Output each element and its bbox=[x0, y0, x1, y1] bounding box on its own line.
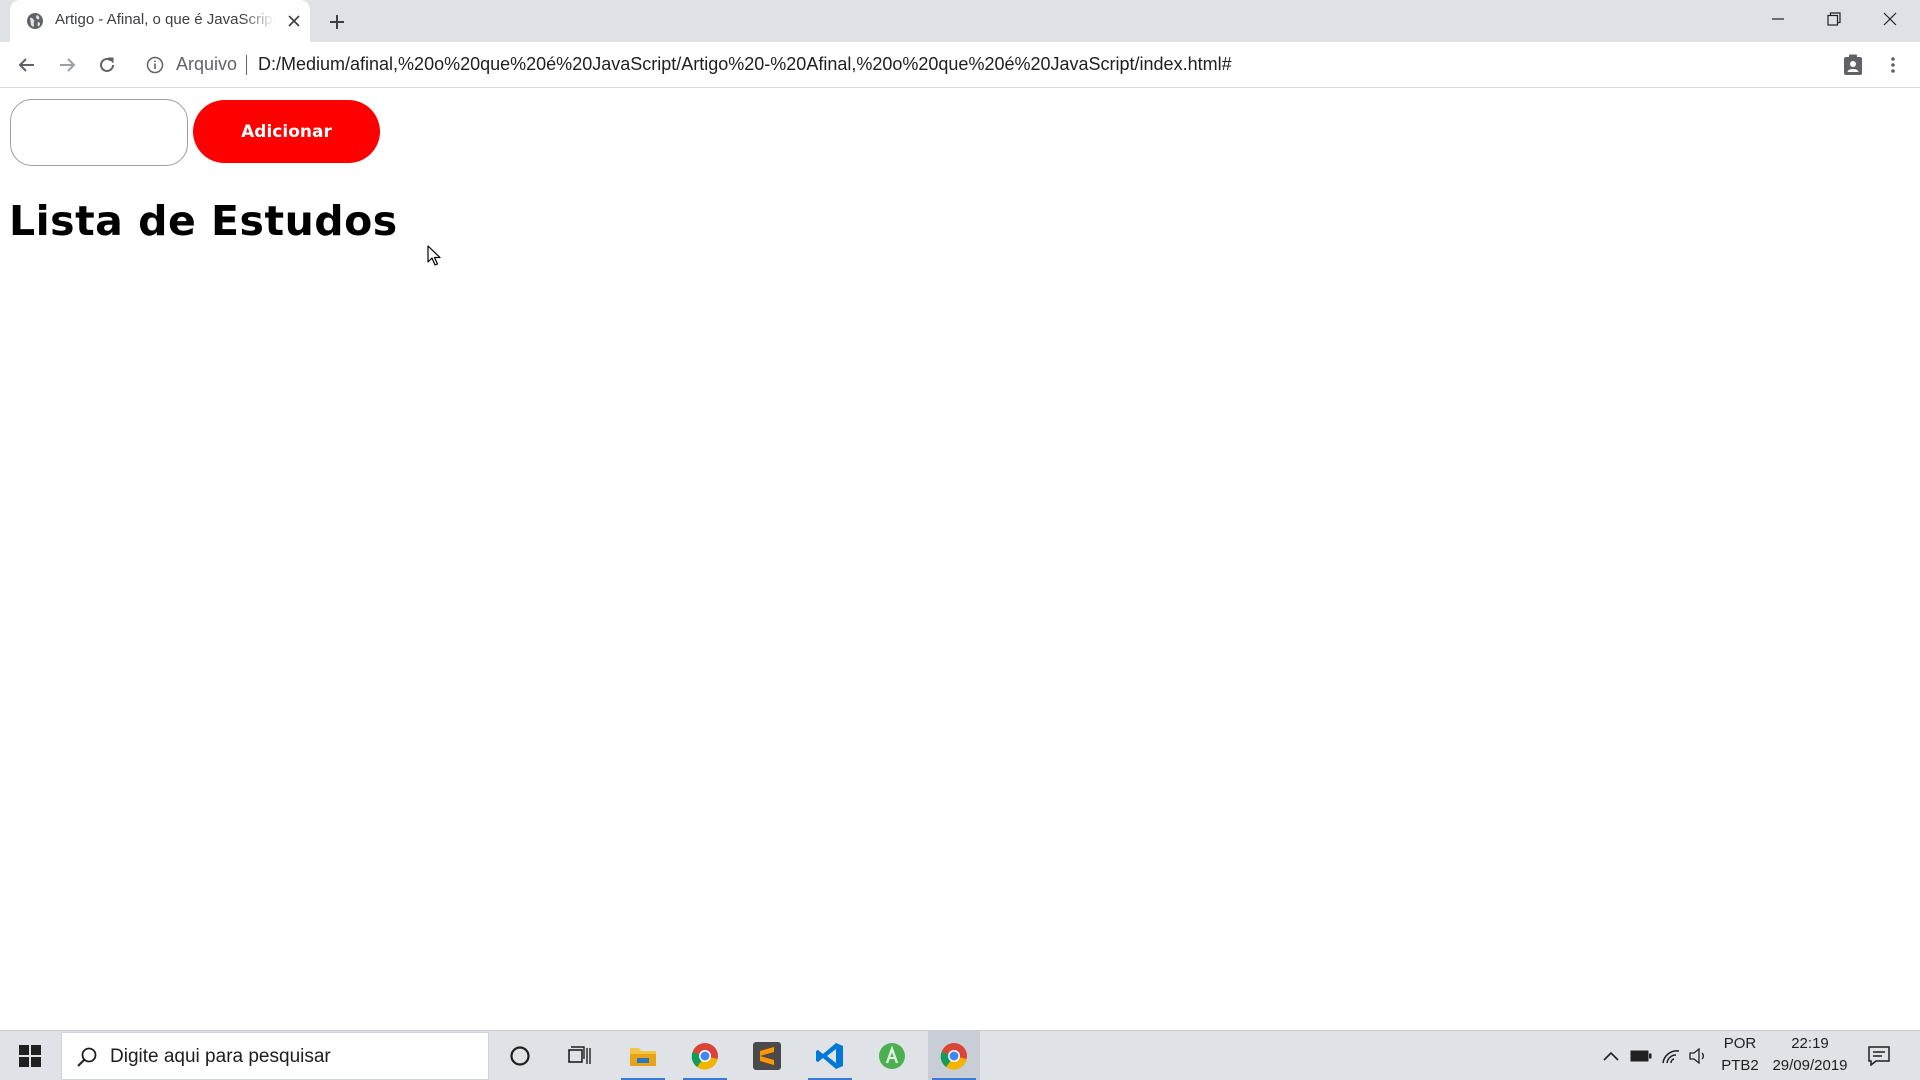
clock-time[interactable]: 22:19 bbox=[1768, 1035, 1852, 1052]
cortana-icon bbox=[510, 1046, 530, 1066]
address-bar-url[interactable]: D:/Medium/afinal,%20o%20que%20é%20JavaSc… bbox=[258, 54, 1232, 75]
battery-button[interactable] bbox=[1630, 1045, 1652, 1067]
language-indicator-bottom[interactable]: PTB2 bbox=[1718, 1057, 1762, 1074]
speaker-icon bbox=[1689, 1048, 1704, 1064]
browser-menu-button[interactable] bbox=[1878, 50, 1908, 80]
search-icon bbox=[77, 1047, 97, 1067]
reload-icon bbox=[100, 57, 114, 72]
profile-icon bbox=[1844, 54, 1862, 75]
chevron-up-icon bbox=[1603, 1051, 1619, 1061]
add-button[interactable]: Adicionar bbox=[193, 100, 380, 163]
restore-button[interactable] bbox=[1806, 0, 1862, 38]
tab-title: Artigo - Afinal, o que é JavaScript bbox=[55, 11, 275, 28]
task-view-icon bbox=[568, 1046, 591, 1064]
start-button[interactable] bbox=[0, 1031, 60, 1080]
taskbar-sublime-text[interactable] bbox=[741, 1031, 793, 1080]
globe-icon bbox=[27, 13, 43, 29]
study-input[interactable] bbox=[10, 99, 188, 166]
plus-icon bbox=[330, 15, 344, 29]
browser-tab[interactable]: Artigo - Afinal, o que é JavaScript bbox=[10, 0, 310, 42]
back-arrow-icon bbox=[18, 58, 34, 72]
address-separator bbox=[246, 55, 247, 75]
show-hidden-icons-button[interactable] bbox=[1600, 1045, 1622, 1067]
taskbar-search-box[interactable]: Digite aqui para pesquisar bbox=[61, 1032, 489, 1080]
android-studio-icon bbox=[879, 1043, 905, 1069]
kebab-menu-icon bbox=[1891, 57, 1895, 73]
reload-button[interactable] bbox=[92, 50, 122, 80]
wifi-icon bbox=[1662, 1050, 1680, 1064]
windows-taskbar: Digite aqui para pesquisar POR PTB2 22:1… bbox=[0, 1030, 1920, 1080]
windows-logo-icon bbox=[19, 1045, 41, 1067]
restore-icon bbox=[1827, 12, 1841, 26]
taskbar-vscode[interactable] bbox=[804, 1031, 856, 1080]
taskbar-search-placeholder: Digite aqui para pesquisar bbox=[110, 1046, 331, 1067]
close-icon bbox=[288, 15, 300, 27]
mouse-cursor-icon bbox=[427, 245, 441, 266]
address-scheme-label[interactable]: Arquivo bbox=[176, 54, 237, 75]
browser-tab-strip: Artigo - Afinal, o que é JavaScript bbox=[0, 0, 1920, 42]
info-icon[interactable] bbox=[146, 56, 164, 74]
page-title: Lista de Estudos bbox=[9, 197, 398, 245]
close-window-button[interactable] bbox=[1862, 0, 1918, 38]
volume-button[interactable] bbox=[1688, 1045, 1710, 1067]
action-center-button[interactable] bbox=[1868, 1045, 1890, 1067]
network-button[interactable] bbox=[1660, 1045, 1682, 1067]
sublime-text-icon bbox=[753, 1042, 781, 1070]
minimize-icon bbox=[1772, 18, 1784, 20]
file-explorer-icon bbox=[630, 1048, 656, 1066]
taskbar-chrome[interactable] bbox=[679, 1031, 731, 1080]
tab-close-button[interactable] bbox=[284, 11, 304, 31]
close-icon bbox=[1883, 12, 1897, 26]
notifications-icon bbox=[1868, 1046, 1890, 1066]
vscode-icon bbox=[816, 1043, 843, 1069]
task-view-button[interactable] bbox=[554, 1031, 606, 1080]
chrome-icon bbox=[691, 1043, 718, 1070]
minimize-button[interactable] bbox=[1750, 0, 1806, 38]
profile-button[interactable] bbox=[1838, 50, 1868, 80]
clock-date[interactable]: 29/09/2019 bbox=[1764, 1057, 1856, 1074]
battery-icon bbox=[1630, 1050, 1652, 1062]
chrome-icon bbox=[940, 1043, 967, 1070]
taskbar-android-studio[interactable] bbox=[866, 1031, 918, 1080]
page-content: Adicionar Lista de Estudos bbox=[0, 89, 1920, 1030]
language-indicator-top[interactable]: POR bbox=[1722, 1035, 1758, 1052]
cortana-button[interactable] bbox=[494, 1031, 546, 1080]
browser-toolbar: Arquivo D:/Medium/afinal,%20o%20que%20é%… bbox=[0, 42, 1920, 88]
taskbar-chrome-active[interactable] bbox=[928, 1031, 980, 1080]
taskbar-file-explorer[interactable] bbox=[617, 1031, 669, 1080]
forward-arrow-icon bbox=[60, 58, 76, 72]
forward-button[interactable] bbox=[52, 50, 82, 80]
back-button[interactable] bbox=[12, 50, 42, 80]
new-tab-button[interactable] bbox=[324, 9, 350, 35]
